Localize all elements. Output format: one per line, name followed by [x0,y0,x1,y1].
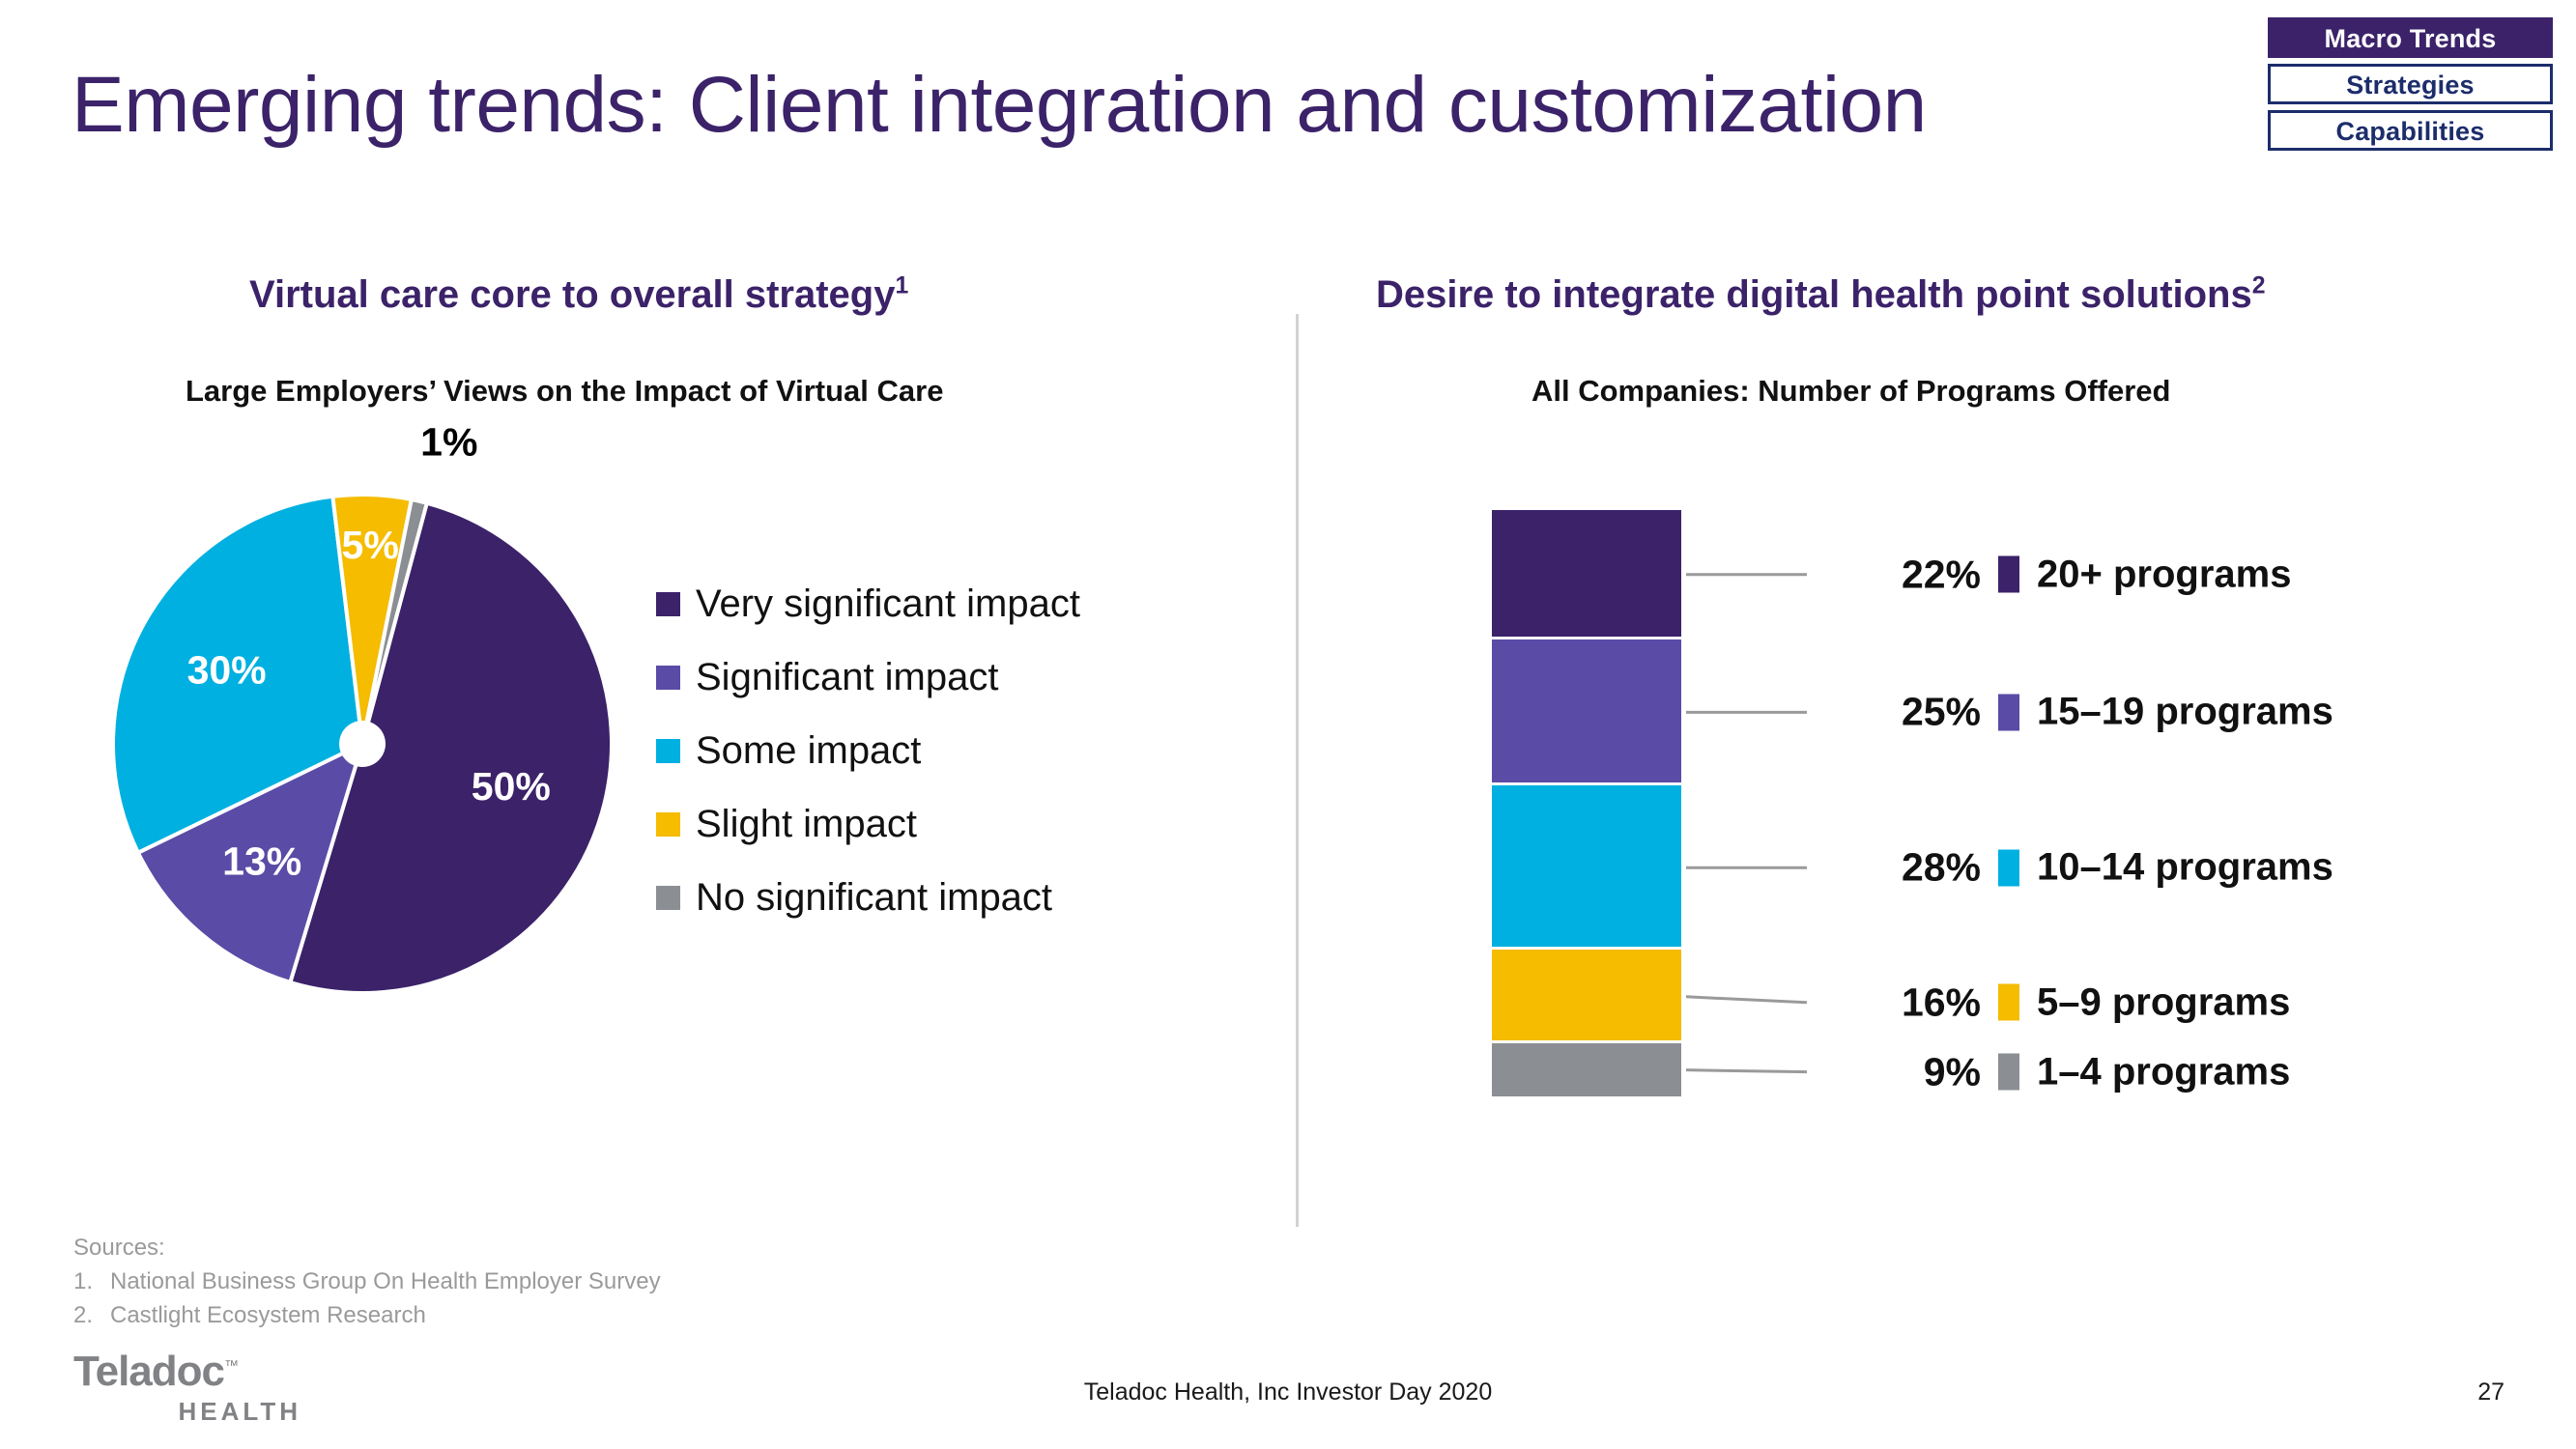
bar-legend-item-1-4-programs[interactable]: 1–4 programs [1998,1050,2290,1094]
pie-legend-label: Significant impact [696,655,999,698]
pie-legend-label: Some impact [696,728,922,772]
bar-legend-label: 5–9 programs [2037,980,2291,1024]
bar-legend-item-5-9-programs[interactable]: 5–9 programs [1998,980,2290,1024]
left-panel-heading-text: Virtual care core to overall strategy [249,273,896,316]
bar-legend-label: 15–19 programs [2037,690,2333,733]
nav-chip-capabilities[interactable]: Capabilities [2268,110,2553,151]
section-nav: Macro Trends Strategies Capabilities [2268,17,2553,151]
right-panel-heading: Desire to integrate digital health point… [1376,273,2266,317]
bar-legend-item-20-programs[interactable]: 20+ programs [1998,553,2291,596]
panel-divider [1296,314,1299,1227]
pie-chart-svg: 50% 13% 30% 5% 1% [111,420,614,995]
bar-legend-label: 10–14 programs [2037,845,2333,889]
right-panel-heading-footnote: 2 [2251,272,2266,299]
bar-legend-label: 20+ programs [2037,553,2292,596]
pie-slice-value-label: 5% [342,523,399,567]
bar-legend: 20+ programs 15–19 programs 10–14 programs… [1998,541,2443,1121]
pie-legend-label: Slight impact [696,802,917,845]
bar-segment[interactable] [1492,639,1681,786]
stacked-bar-chart [1492,510,1681,1096]
nav-chip-strategies[interactable]: Strategies [2268,64,2553,104]
pie-legend-item-very-significant-impact[interactable]: Very significant impact [656,578,1080,630]
slide-canvas: Macro Trends Strategies Capabilities Eme… [0,0,2576,1449]
bar-segment-value-label: 9% [1923,1049,1981,1094]
bar-segment[interactable] [1492,1043,1681,1096]
pie-center-hole [339,721,386,767]
pie-legend-item-no-significant-impact[interactable]: No significant impact [656,871,1080,923]
bar-legend-item-15-19-programs[interactable]: 15–19 programs [1998,691,2333,734]
bar-legend-swatch-icon [1998,694,2019,731]
left-panel-subheading: Large Employers’ Views on the Impact of … [186,374,944,408]
pie-legend-swatch-icon [656,738,680,763]
page-number: 27 [2477,1378,2504,1406]
pie-legend-item-slight-impact[interactable]: Slight impact [656,798,1080,850]
bar-legend-label: 1–4 programs [2037,1050,2291,1094]
footer-text: Teladoc Health, Inc Investor Day 2020 [1083,1378,1493,1406]
pie-legend-swatch-icon [656,591,680,616]
bar-legend-swatch-icon [1998,1053,2019,1091]
bar-segment-value-label: 28% [1901,844,1981,890]
bar-segment[interactable] [1492,785,1681,951]
bar-leader-line [1685,1068,1808,1074]
bar-legend-item-10-14-programs[interactable]: 10–14 programs [1998,846,2333,890]
bar-leader-line [1685,995,1808,1005]
pie-legend-swatch-icon [656,885,680,910]
sources-block: Sources: 1. National Business Group On He… [73,1232,661,1332]
pie-legend-swatch-icon [656,811,680,837]
source-item-1: 1. National Business Group On Health Empl… [73,1265,661,1299]
pie-slice-value-label: 30% [187,647,267,692]
pie-legend-label: No significant impact [696,875,1053,919]
nav-chip-macro-trends[interactable]: Macro Trends [2268,17,2553,58]
right-panel-subheading: All Companies: Number of Programs Offere… [1531,374,2171,408]
pie-slice-value-label: 50% [472,764,551,809]
bar-segment-value-label: 22% [1901,552,1981,597]
bar-segment-value-label: 25% [1901,689,1981,734]
pie-legend-label: Very significant impact [696,582,1080,625]
pie-legend-item-significant-impact[interactable]: Significant impact [656,651,1080,703]
pie-chart: 50% 13% 30% 5% 1% [101,420,623,1005]
bar-legend-swatch-icon [1998,983,2019,1021]
left-panel-heading-footnote: 1 [895,272,909,299]
bar-legend-swatch-icon [1998,555,2019,593]
pie-slice-value-label: 13% [222,839,301,884]
source-number: 2. [73,1301,94,1328]
sources-title: Sources: [73,1235,165,1261]
right-panel-heading-text: Desire to integrate digital health point… [1376,273,2252,316]
source-text: Castlight Ecosystem Research [110,1301,426,1328]
bar-segment[interactable] [1492,950,1681,1044]
source-item-2: 2. Castlight Ecosystem Research [73,1299,661,1333]
trademark-icon: ™ [224,1357,239,1375]
pie-legend: Very significant impact Significant impa… [656,578,1080,923]
page-title: Emerging trends: Client integration and … [72,61,1927,149]
bar-legend-swatch-icon [1998,849,2019,887]
pie-legend-swatch-icon [656,665,680,690]
pie-legend-item-some-impact[interactable]: Some impact [656,724,1080,777]
left-panel-heading: Virtual care core to overall strategy1 [249,273,908,317]
bar-value-labels: 22% 25% 28% 16% 9% [1797,483,1981,1140]
source-text: National Business Group On Health Employ… [110,1267,661,1294]
bar-segment[interactable] [1492,510,1681,639]
pie-slice-value-label: 1% [420,420,477,465]
bar-segment-value-label: 16% [1901,980,1981,1025]
source-number: 1. [73,1267,94,1294]
